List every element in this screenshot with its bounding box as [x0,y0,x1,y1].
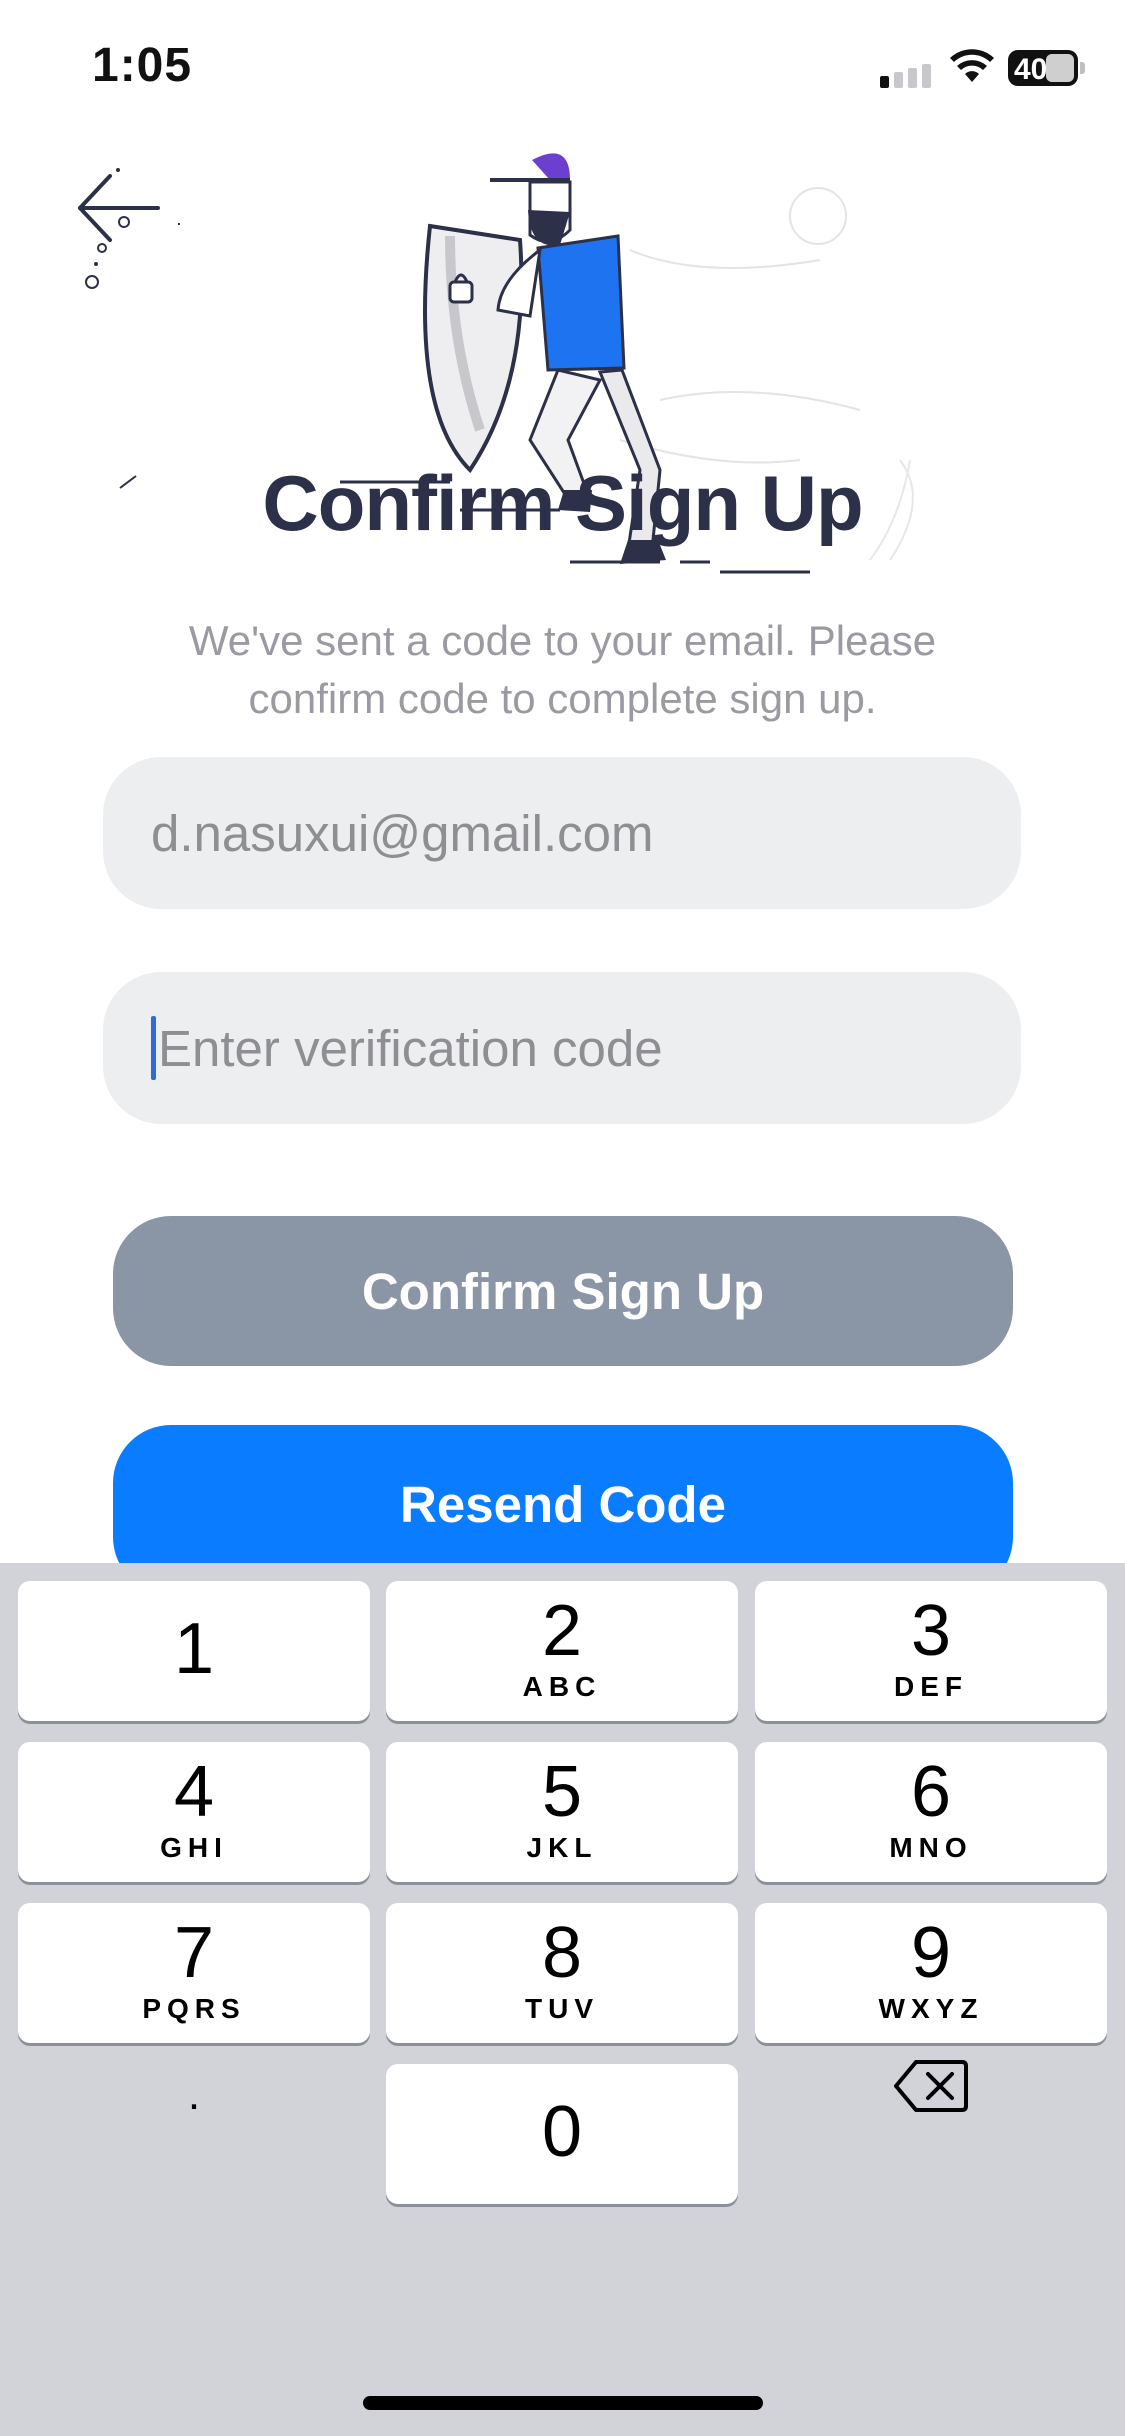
key-0[interactable]: 0 [386,2064,738,2204]
page-subtitle: We've sent a code to your email. Please … [188,617,937,722]
text-caret [151,1016,156,1080]
verification-code-input[interactable] [158,1018,958,1078]
battery-icon: 40 [1008,50,1078,86]
key-6[interactable]: 6 MNO [755,1742,1107,1882]
key-2-number: 2 [541,1591,583,1671]
confirm-sign-up-button[interactable]: Confirm Sign Up [113,1216,1013,1366]
key-0-number: 0 [541,2092,583,2172]
key-7-letters: PQRS [142,1993,246,2024]
status-bar: 1:05 40 [0,0,1125,140]
confirm-sign-up-screen: 1:05 40 Confirm Sign Up We've sent a cod… [0,0,1125,2436]
key-5[interactable]: 5 JKL [386,1742,738,1882]
backspace-icon [894,2060,968,2112]
verification-code-field[interactable] [103,972,1021,1124]
key-5-number: 5 [541,1752,583,1832]
wifi-icon [950,49,994,82]
key-2-letters: ABC [522,1671,602,1702]
key-3-letters: DEF [894,1671,968,1702]
battery-level: 40 [1014,53,1048,86]
key-7-number: 7 [173,1913,215,1993]
key-9-letters: WXYZ [878,1993,984,2024]
key-1-number: 1 [173,1609,215,1689]
key-6-number: 6 [910,1752,952,1832]
home-indicator[interactable] [363,2396,763,2410]
key-delete[interactable] [755,2058,1107,2198]
key-8-letters: TUV [525,1993,599,2024]
resend-code-label: Resend Code [400,1476,726,1533]
key-1[interactable]: 1 [18,1581,370,1721]
key-8-number: 8 [541,1913,583,1993]
status-time: 1:05 [92,39,193,92]
confirm-sign-up-label: Confirm Sign Up [361,1262,765,1320]
key-9-number: 9 [910,1913,952,1993]
page-title: Confirm Sign Up [262,459,863,547]
key-5-letters: JKL [526,1832,598,1863]
key-4[interactable]: 4 GHI [18,1742,370,1882]
email-field[interactable]: d.nasuxui@gmail.com [103,757,1021,909]
key-3-number: 3 [910,1591,952,1671]
key-6-letters: MNO [889,1832,973,1863]
key-3[interactable]: 3 DEF [755,1581,1107,1721]
key-4-number: 4 [173,1752,215,1832]
key-4-letters: GHI [160,1832,228,1863]
cellular-signal-icon [880,64,931,88]
key-2[interactable]: 2 ABC [386,1581,738,1721]
key-9[interactable]: 9 WXYZ [755,1903,1107,2043]
key-decimal[interactable]: . [18,2040,370,2180]
key-8[interactable]: 8 TUV [386,1903,738,2043]
email-value: d.nasuxui@gmail.com [151,804,654,862]
key-7[interactable]: 7 PQRS [18,1903,370,2043]
